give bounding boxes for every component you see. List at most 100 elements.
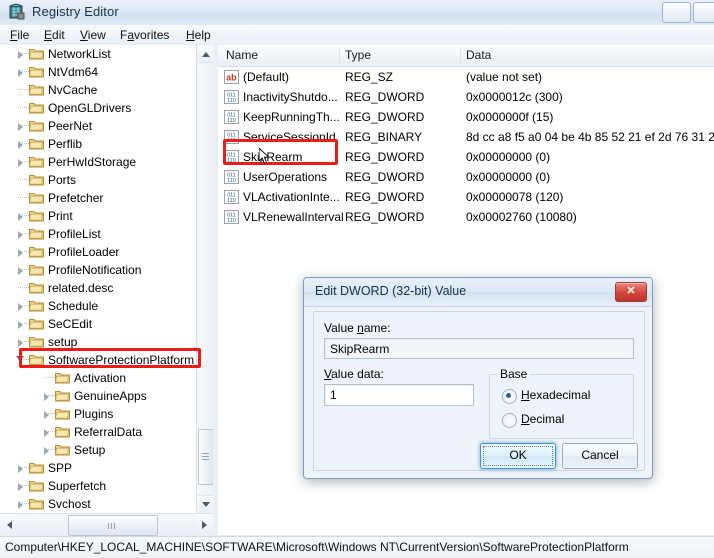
column-header-type[interactable]: Type [345,48,371,62]
registry-tree[interactable]: NetworkListNtVdm64NvCacheOpenGLDriversPe… [0,45,196,513]
menu-favorites[interactable]: Favorites [114,27,175,43]
tree-item-label: ProfileNotification [48,261,141,279]
tree-item-secedit[interactable]: SeCEdit [0,315,196,333]
folder-icon [29,191,44,204]
value-name: SkipRearm [243,147,302,167]
tree-twisty[interactable] [16,297,26,315]
tree-item-profilelist[interactable]: ProfileList [0,225,196,243]
folder-icon [29,209,44,222]
tree-twisty[interactable] [16,477,26,495]
maximize-button[interactable] [693,2,714,23]
registry-editor-icon [8,3,26,21]
menu-view[interactable]: View [74,27,112,43]
tree-item-plugins[interactable]: Plugins [0,405,196,423]
tree-item-label: Setup [74,441,105,459]
tree-twisty[interactable] [16,45,26,63]
value-row[interactable]: ab(Default)REG_SZ(value not set) [218,67,714,87]
hscroll-left-arrow[interactable] [0,514,17,535]
tree-item-referraldata[interactable]: ReferralData [0,423,196,441]
svg-text:110: 110 [227,198,236,204]
close-icon[interactable]: ✕ [615,282,647,302]
tree-twisty[interactable] [16,315,26,333]
tree-item-nvcache[interactable]: NvCache [0,81,196,99]
tree-twisty[interactable] [16,459,26,477]
value-data: 0x00002760 (10080) [466,207,577,227]
tree-twisty[interactable] [42,405,52,423]
folder-icon [29,83,44,96]
tree-item-label: Svchost [48,495,91,513]
tree-twisty[interactable] [16,225,26,243]
menu-help[interactable]: Help [180,27,217,43]
radio-decimal[interactable] [502,413,517,428]
status-bar: Computer\HKEY_LOCAL_MACHINE\SOFTWARE\Mic… [0,536,714,558]
value-row[interactable]: 011110InactivityShutdo...REG_DWORD0x0000… [218,87,714,107]
tree-item-activation[interactable]: Activation [0,369,196,387]
tree-twisty[interactable] [16,153,26,171]
menu-file[interactable]: FFileile [4,27,35,43]
tree-item-schedule[interactable]: Schedule [0,297,196,315]
tree-twisty[interactable] [16,351,26,369]
value-row[interactable]: 011110KeepRunningTh...REG_DWORD0x0000000… [218,107,714,127]
tree-item-networklist[interactable]: NetworkList [0,45,196,63]
tree-twisty[interactable] [42,387,52,405]
hscroll-right-arrow[interactable] [196,514,213,535]
hscroll-thumb[interactable] [68,515,158,536]
base-group-label: Base [497,367,530,381]
value-row[interactable]: 011110VLRenewalIntervalREG_DWORD0x000027… [218,207,714,227]
tree-item-perflib[interactable]: Perflib [0,135,196,153]
tree-twisty[interactable] [16,495,26,513]
value-row[interactable]: 011110ServiceSessionIdREG_BINARY8d cc a8… [218,127,714,147]
tree-twisty[interactable] [16,243,26,261]
tree-item-genuineapps[interactable]: GenuineApps [0,387,196,405]
tree-item-ports[interactable]: Ports [0,171,196,189]
tree-item-setup[interactable]: Setup [0,441,196,459]
tree-item-svchost[interactable]: Svchost [0,495,196,513]
tree-item-label: Print [48,207,73,225]
tree-item-print[interactable]: Print [0,207,196,225]
tree-item-peernet[interactable]: PeerNet [0,117,196,135]
tree-item-spp[interactable]: SPP [0,459,196,477]
tree-item-prefetcher[interactable]: Prefetcher [0,189,196,207]
tree-twisty[interactable] [42,423,52,441]
tree-item-ntvdm64[interactable]: NtVdm64 [0,63,196,81]
tree-twisty[interactable] [16,207,26,225]
tree-twisty[interactable] [16,261,26,279]
scroll-up-arrow[interactable] [197,45,213,63]
tree-item-setup[interactable]: setup [0,333,196,351]
value-data-input[interactable]: 1 [324,384,474,406]
value-row[interactable]: 011110SkipRearmREG_DWORD0x00000000 (0) [218,147,714,167]
tree-item-opengldrivers[interactable]: OpenGLDrivers [0,99,196,117]
value-name-input[interactable]: SkipRearm [324,338,634,359]
tree-twisty[interactable] [16,333,26,351]
value-row[interactable]: 011110UserOperationsREG_DWORD0x00000000 … [218,167,714,187]
scroll-down-arrow[interactable] [197,495,213,513]
column-header-name[interactable]: Name [226,48,258,62]
svg-text:110: 110 [227,118,236,124]
tree-item-superfetch[interactable]: Superfetch [0,477,196,495]
tree-twisty[interactable] [16,117,26,135]
tree-vertical-scrollbar[interactable] [196,45,214,513]
tree-item-profilenotification[interactable]: ProfileNotification [0,261,196,279]
scroll-thumb[interactable] [198,429,214,485]
minimize-button[interactable] [662,2,691,23]
tree-twisty[interactable] [16,63,26,81]
radio-hexadecimal[interactable] [502,389,517,404]
menu-edit[interactable]: Edit [38,27,71,43]
tree-twisty[interactable] [42,441,52,459]
value-name: InactivityShutdo... [243,87,338,107]
tree-item-softwareprotectionplatform[interactable]: SoftwareProtectionPlatform [0,351,196,369]
tree-horizontal-scrollbar[interactable] [0,513,213,536]
tree-item-perhwidstorage[interactable]: PerHwIdStorage [0,153,196,171]
tree-item-profileloader[interactable]: ProfileLoader [0,243,196,261]
value-row[interactable]: 011110VLActivationInte...REG_DWORD0x0000… [218,187,714,207]
dialog-title-bar[interactable]: Edit DWORD (32-bit) Value ✕ [304,278,652,307]
cancel-button[interactable]: Cancel [562,443,638,469]
folder-icon [55,407,70,420]
ok-button[interactable]: OK [480,443,556,469]
tree-twisty[interactable] [16,135,26,153]
value-type: REG_DWORD [345,147,424,167]
svg-text:110: 110 [227,218,236,224]
value-type: REG_DWORD [345,87,424,107]
tree-item-related-desc[interactable]: related.desc [0,279,196,297]
column-header-data[interactable]: Data [466,48,491,62]
